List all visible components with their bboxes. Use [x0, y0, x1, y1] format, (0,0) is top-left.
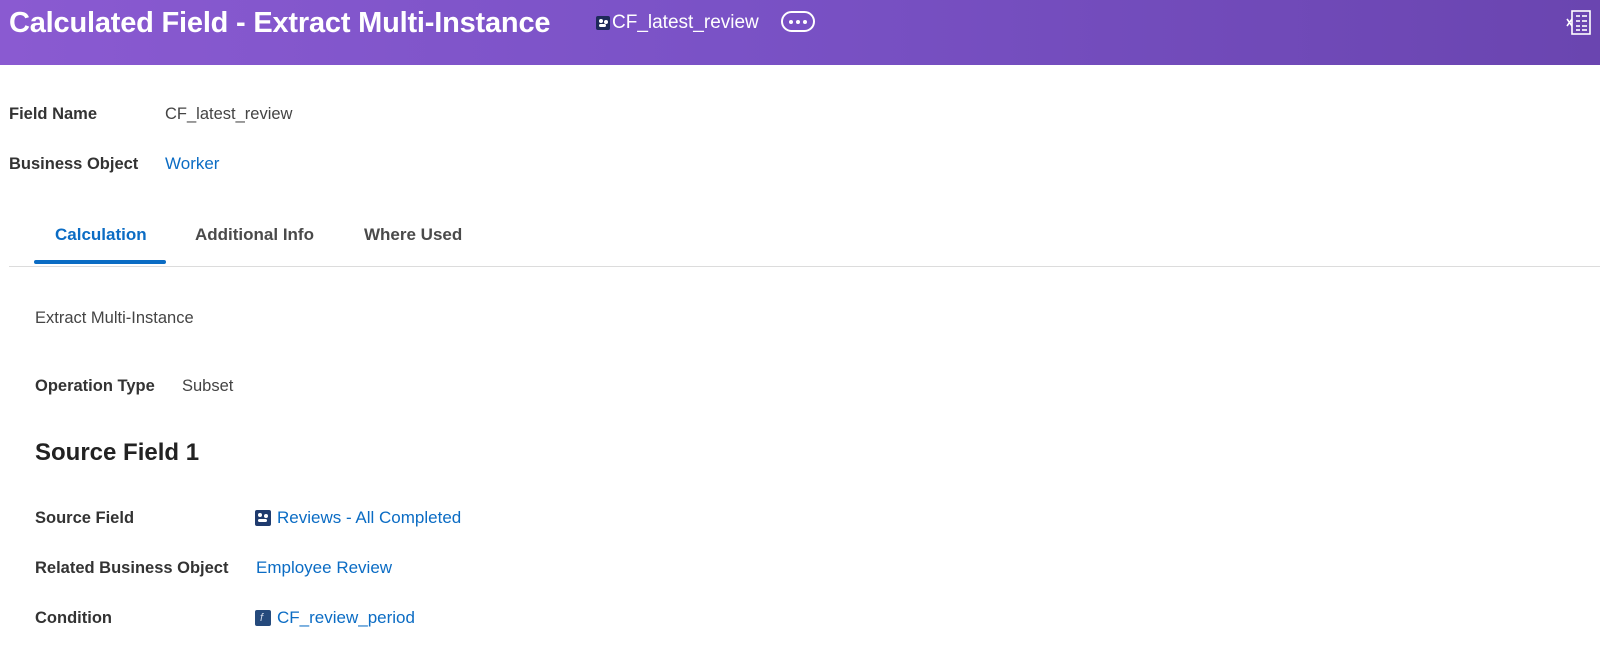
- source-field-section-title: Source Field 1: [35, 439, 200, 466]
- source-field-label: Source Field: [35, 509, 135, 527]
- tab-bar: Calculation Additional Info Where Used: [9, 215, 1600, 267]
- multi-instance-field-icon: [255, 510, 271, 526]
- ellipsis-icon: [789, 19, 793, 24]
- related-business-object-link[interactable]: Employee Review: [256, 558, 392, 578]
- source-field-link[interactable]: Reviews - All Completed: [255, 508, 461, 528]
- tab-where-used[interactable]: Where Used: [364, 225, 462, 245]
- condition-link[interactable]: CF_review_period: [255, 608, 415, 628]
- field-name-label: Field Name: [9, 105, 98, 123]
- calculation-type: Extract Multi-Instance: [35, 309, 194, 327]
- related-actions-button[interactable]: [781, 11, 815, 32]
- operation-type-value: Subset: [182, 377, 234, 395]
- active-tab-indicator: [34, 260, 166, 264]
- tab-calculation[interactable]: Calculation: [55, 225, 147, 245]
- calculated-field-icon: [596, 16, 610, 30]
- operation-type-label: Operation Type: [35, 377, 155, 395]
- related-business-object-label: Related Business Object: [35, 559, 229, 577]
- business-object-link[interactable]: Worker: [165, 154, 219, 174]
- excel-export-icon: [1566, 10, 1591, 35]
- condition-value: CF_review_period: [277, 608, 415, 627]
- field-chip: CF_latest_review: [596, 12, 759, 34]
- page-header: Calculated Field - Extract Multi-Instanc…: [0, 0, 1600, 65]
- condition-label: Condition: [35, 609, 112, 627]
- boolean-field-icon: [255, 610, 271, 626]
- ellipsis-dot: [803, 19, 807, 24]
- field-name-value: CF_latest_review: [165, 105, 293, 123]
- business-object-label: Business Object: [9, 155, 139, 173]
- page-title: Calculated Field - Extract Multi-Instanc…: [9, 7, 551, 39]
- tab-additional-info[interactable]: Additional Info: [195, 225, 314, 245]
- field-chip-label: CF_latest_review: [612, 12, 759, 33]
- ellipsis-dot: [796, 19, 800, 24]
- source-field-value: Reviews - All Completed: [277, 508, 462, 527]
- export-to-excel-button[interactable]: [1566, 10, 1592, 36]
